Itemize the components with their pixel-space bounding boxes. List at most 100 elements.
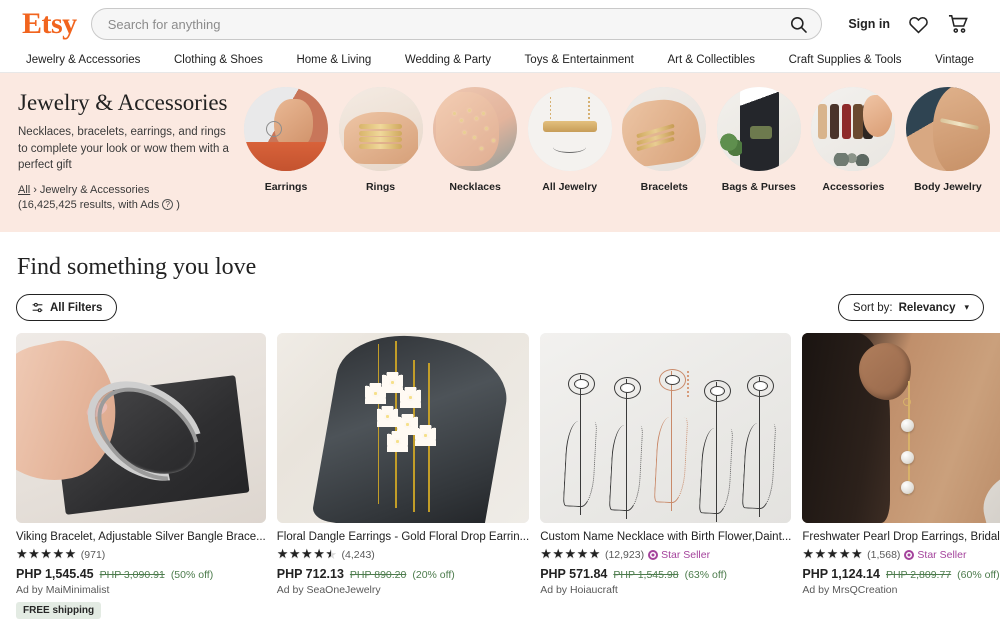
category-image-body-jewelry xyxy=(905,87,990,171)
all-filters-button[interactable]: All Filters xyxy=(16,294,118,321)
category-body-jewelry[interactable]: Body Jewelry xyxy=(904,87,992,232)
product-discount: (20% off) xyxy=(412,568,455,581)
help-icon[interactable]: ? xyxy=(162,199,174,211)
product-ad-by: Ad by MaiMinimalist xyxy=(16,583,110,596)
results-count-text: (16,425,425 results, with Ads xyxy=(18,198,160,211)
star-seller-icon xyxy=(904,549,915,560)
product-old-price: PHP 1,545.98 xyxy=(613,568,679,581)
product-old-price: PHP 2,809.77 xyxy=(885,568,952,581)
category-image-bracelets xyxy=(622,87,707,171)
nav-item-wedding-party[interactable]: Wedding & Party xyxy=(405,54,491,66)
category-image-bags-purses xyxy=(716,87,801,171)
product-price-row: PHP 571.84 PHP 1,545.98 (63% off) xyxy=(540,567,791,581)
category-label: Accessories xyxy=(822,181,885,193)
sort-value: Relevancy xyxy=(898,301,956,314)
breadcrumb-all-link[interactable]: All xyxy=(18,184,30,196)
breadcrumb-separator: › xyxy=(33,184,37,197)
sort-dropdown[interactable]: Sort by: Relevancy ▾ xyxy=(837,294,984,321)
rating-count: (1,568) xyxy=(867,548,901,561)
cart-button[interactable] xyxy=(947,14,970,34)
category-label: Bags & Purses xyxy=(721,181,796,193)
favorites-button[interactable] xyxy=(908,15,929,34)
nav-item-jewelry-accessories[interactable]: Jewelry & Accessories xyxy=(26,54,140,66)
star-seller-label: Star Seller xyxy=(661,548,711,561)
category-accessories[interactable]: Accessories xyxy=(809,87,897,232)
product-ad-by: Ad by SeaOneJewelry xyxy=(276,583,381,596)
product-price: PHP 1,545.45 xyxy=(16,566,94,581)
product-price: PHP 712.13 xyxy=(276,566,344,581)
product-ad-by: Ad by Hoiaucraft xyxy=(540,583,618,596)
nav-item-art-collectibles[interactable]: Art & Collectibles xyxy=(667,54,755,66)
product-card[interactable]: Viking Bracelet, Adjustable Silver Bangl… xyxy=(16,333,266,619)
product-title[interactable]: Custom Name Necklace with Birth Flower,D… xyxy=(540,530,791,545)
site-header: Etsy Sign in xyxy=(0,0,1000,48)
category-all-jewelry[interactable]: All Jewelry xyxy=(526,87,614,232)
category-bags-purses[interactable]: Bags & Purses xyxy=(715,87,803,232)
nav-item-clothing-shoes[interactable]: Clothing & Shoes xyxy=(174,54,263,66)
star-seller-badge: Star Seller xyxy=(648,549,710,561)
category-rings[interactable]: Rings xyxy=(337,87,425,232)
product-image[interactable] xyxy=(276,333,530,523)
search-bar[interactable] xyxy=(90,8,823,40)
star-seller-icon xyxy=(648,549,659,560)
hero-text-block: Jewelry & Accessories Necklaces, bracele… xyxy=(0,87,238,232)
product-price-row: PHP 1,124.14 PHP 2,809.77 (60% off) xyxy=(802,567,1000,581)
rating-count: (971) xyxy=(80,548,106,561)
search-icon xyxy=(790,16,807,33)
search-input[interactable] xyxy=(107,9,776,39)
product-image[interactable] xyxy=(802,333,1000,523)
product-old-price: PHP 890.20 xyxy=(349,568,407,581)
product-title[interactable]: Freshwater Pearl Drop Earrings, Bridal P… xyxy=(802,530,1000,545)
product-card[interactable]: Floral Dangle Earrings - Gold Floral Dro… xyxy=(276,333,530,619)
star-rating-icon: ★★★★★ ★★★★★ xyxy=(540,546,601,562)
product-title[interactable]: Viking Bracelet, Adjustable Silver Bangl… xyxy=(16,530,266,545)
product-image[interactable] xyxy=(540,333,792,523)
product-image[interactable] xyxy=(16,333,266,523)
nav-item-toys-entertainment[interactable]: Toys & Entertainment xyxy=(525,54,634,66)
main-content: Find something you love All Filters Sort… xyxy=(0,254,1000,630)
category-image-necklaces xyxy=(433,87,518,171)
category-earrings[interactable]: Earrings xyxy=(242,87,330,232)
star-rating-icon: ★★★★★ ★★★★★ xyxy=(16,546,77,562)
product-rating: ★★★★★ ★★★★★ (12,923) Star Seller xyxy=(540,547,791,563)
star-seller-badge: Star Seller xyxy=(904,549,966,561)
category-image-rings xyxy=(338,87,423,171)
product-rating: ★★★★★ ★★★★★ (1,568) Star Seller xyxy=(802,547,1000,563)
star-rating-icon: ★★★★★ ★★★★★ xyxy=(276,546,338,562)
category-label: Bracelets xyxy=(640,181,688,193)
sliders-icon xyxy=(32,302,43,313)
category-image-all-jewelry xyxy=(527,87,612,171)
sort-prefix: Sort by: xyxy=(852,301,893,314)
product-price-row: PHP 1,545.45 PHP 3,090.91 (50% off) xyxy=(16,567,266,581)
rating-count: (12,923) xyxy=(604,548,645,561)
rating-count: (4,243) xyxy=(341,548,375,561)
category-bracelets[interactable]: Bracelets xyxy=(620,87,708,232)
results-count-close: ) xyxy=(176,198,180,211)
search-button[interactable] xyxy=(775,9,821,39)
etsy-logo[interactable]: Etsy xyxy=(16,9,77,39)
hero-description: Necklaces, bracelets, earrings, and ring… xyxy=(18,126,229,172)
category-navbar: Jewelry & Accessories Clothing & Shoes H… xyxy=(0,48,1000,73)
product-discount: (50% off) xyxy=(170,568,214,581)
free-shipping-badge: FREE shipping xyxy=(16,601,102,619)
product-card[interactable]: Custom Name Necklace with Birth Flower,D… xyxy=(540,333,792,619)
breadcrumb-current: Jewelry & Accessories xyxy=(39,184,150,197)
header-actions: Sign in xyxy=(848,14,984,34)
product-price: PHP 1,124.14 xyxy=(802,566,880,581)
product-ad-by: Ad by MrsQCreation xyxy=(802,583,898,596)
nav-item-craft-supplies-tools[interactable]: Craft Supplies & Tools xyxy=(789,54,902,66)
star-seller-label: Star Seller xyxy=(917,548,967,561)
category-label: Necklaces xyxy=(449,181,501,193)
breadcrumb: All › Jewelry & Accessories xyxy=(18,182,238,199)
product-title[interactable]: Floral Dangle Earrings - Gold Floral Dro… xyxy=(277,530,529,545)
product-discount: (63% off) xyxy=(684,568,727,581)
category-necklaces[interactable]: Necklaces xyxy=(431,87,519,232)
product-card[interactable]: Freshwater Pearl Drop Earrings, Bridal P… xyxy=(802,333,1000,619)
nav-item-home-living[interactable]: Home & Living xyxy=(296,54,371,66)
sign-in-link[interactable]: Sign in xyxy=(848,17,890,31)
nav-item-vintage[interactable]: Vintage xyxy=(935,54,974,66)
star-rating-icon: ★★★★★ ★★★★★ xyxy=(802,546,864,562)
product-rating: ★★★★★ ★★★★★ (971) xyxy=(16,547,266,563)
page-title: Jewelry & Accessories xyxy=(18,90,228,115)
heart-icon xyxy=(909,16,928,34)
